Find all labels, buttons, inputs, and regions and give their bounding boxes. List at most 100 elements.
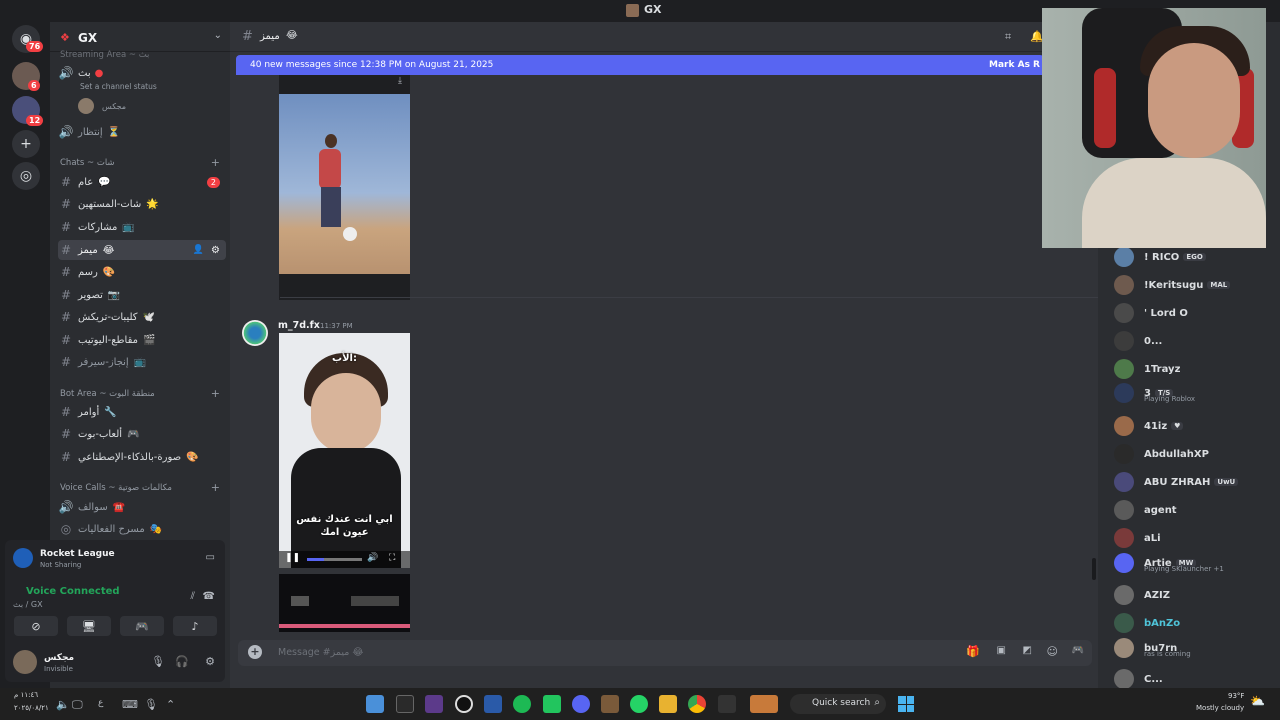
volume-icon[interactable]: 🔈: [56, 698, 70, 711]
disconnect-icon[interactable]: ☎: [203, 591, 215, 602]
add-channel-icon[interactable]: +: [211, 481, 220, 494]
headphones-icon[interactable]: 🎧: [175, 655, 189, 668]
message-author[interactable]: m_7d.fx: [278, 320, 320, 331]
stage-channel-item[interactable]: ◎ مسرح الفعاليات 🎭: [58, 519, 226, 539]
channel-item[interactable]: # ألعاب-بوت 🎮: [58, 424, 226, 444]
member-item[interactable]: 3 T/S Playing Roblox: [1114, 379, 1278, 407]
member-item[interactable]: AZIZ: [1114, 582, 1278, 608]
channel-item[interactable]: # مشاركات 📺: [58, 217, 226, 237]
channel-item[interactable]: # كليبات-تريكش 🕊️: [58, 307, 226, 327]
add-attachment-icon[interactable]: +: [248, 645, 262, 659]
soundboard-button[interactable]: ♪: [173, 616, 217, 636]
language-icon[interactable]: ع: [98, 698, 103, 708]
app-icon[interactable]: [601, 695, 619, 713]
voice-member[interactable]: مجكس: [78, 96, 218, 116]
add-server-icon[interactable]: +: [12, 130, 40, 158]
category-chats[interactable]: Chats ~ شات: [60, 158, 115, 168]
activities-button[interactable]: 🎮: [120, 616, 164, 636]
channel-item[interactable]: # تصوير 📷: [58, 285, 226, 305]
clock-date[interactable]: ٢٠٢٥/٠٨/٢١: [14, 704, 49, 712]
channel-item[interactable]: # رسم 🎨: [58, 262, 226, 282]
windows-start-icon[interactable]: [898, 696, 914, 712]
emoji-icon[interactable]: ☺: [1047, 645, 1058, 658]
volume-icon[interactable]: 🔊: [367, 553, 378, 563]
add-channel-icon[interactable]: +: [211, 156, 220, 169]
gear-icon[interactable]: ⚙: [211, 245, 220, 256]
message-input-placeholder[interactable]: Message #ميمز 😂: [278, 647, 363, 658]
microphone-icon[interactable]: 🎙: [151, 655, 165, 668]
spotify-icon[interactable]: [513, 695, 531, 713]
app-icon[interactable]: [718, 695, 736, 713]
keyboard-icon[interactable]: ⌨: [122, 698, 138, 711]
app-icon[interactable]: [425, 695, 443, 713]
news-widget-icon[interactable]: [750, 695, 778, 713]
camera-off-button[interactable]: ⊘: [14, 616, 58, 636]
channel-status-hint[interactable]: Set a channel status: [80, 82, 157, 91]
member-item[interactable]: 0...: [1114, 328, 1278, 354]
mark-as-read-button[interactable]: Mark As R: [989, 60, 1040, 70]
channel-item[interactable]: # شات-المستهين 🌟: [58, 194, 226, 214]
sticker-icon[interactable]: ◩: [1023, 645, 1032, 656]
github-icon[interactable]: [455, 695, 473, 713]
app-icon[interactable]: [484, 695, 502, 713]
weather-temp[interactable]: 93°F: [1228, 692, 1244, 700]
search-box[interactable]: Quick search ⌕: [790, 694, 886, 714]
threads-icon[interactable]: ⌗: [1005, 30, 1011, 44]
screen-share-icon[interactable]: ▭: [206, 552, 215, 563]
chevron-down-icon[interactable]: ⌄: [214, 30, 222, 41]
weather-icon[interactable]: ⛅: [1250, 694, 1265, 708]
channel-general[interactable]: # عام 💬 2: [58, 172, 226, 192]
network-icon[interactable]: 🖵: [72, 698, 83, 712]
member-item[interactable]: bu7rn ras is coming: [1114, 634, 1278, 662]
app-icon[interactable]: [366, 695, 384, 713]
member-item[interactable]: bAnZo: [1114, 610, 1278, 636]
weather-desc[interactable]: Mostly cloudy: [1196, 704, 1244, 712]
clock-time[interactable]: ١١:٤٦ م: [14, 691, 38, 699]
member-item[interactable]: Artie MW Playing SKlauncher +1: [1114, 549, 1278, 577]
discord-icon[interactable]: [572, 695, 590, 713]
member-item[interactable]: !Keritsugu MAL: [1114, 272, 1278, 298]
gif-icon[interactable]: ▣: [997, 645, 1006, 656]
voice-channel-waiting[interactable]: 🔊 إنتظار ⏳: [58, 122, 226, 142]
member-item[interactable]: aLi: [1114, 525, 1278, 551]
channel-memes-active[interactable]: # ميمز 😂 👤 ⚙: [58, 240, 226, 260]
voice-channel-item[interactable]: 🔊 سوالف ☎️: [58, 497, 226, 517]
chevron-up-icon[interactable]: ⌃: [166, 698, 175, 711]
scrollbar[interactable]: [1092, 558, 1096, 580]
video-controls[interactable]: ❚❚ 🔊 ⛶: [279, 551, 410, 568]
video-attachment[interactable]: ⤓: [279, 74, 410, 300]
message-composer[interactable]: + Message #ميمز 😂 🎁 ▣ ◩ ☺ 🎮: [238, 640, 1092, 666]
gift-icon[interactable]: 🎁: [966, 645, 980, 658]
video-attachment-playing[interactable]: الأب: ابي انت عندك نفس عيون امك ❚❚ 🔊 ⛶: [279, 333, 410, 568]
member-item[interactable]: 41iz ♥: [1114, 413, 1278, 439]
download-icon[interactable]: ⤓: [398, 76, 402, 86]
voice-status[interactable]: Voice Connected: [26, 586, 120, 597]
microphone-icon[interactable]: 🎙: [144, 698, 158, 711]
channel-item[interactable]: # إنجاز-سيرفر 📺: [58, 352, 226, 372]
fullscreen-icon[interactable]: ⛶: [389, 553, 395, 563]
member-item[interactable]: agent: [1114, 497, 1278, 523]
discover-icon[interactable]: ◎: [12, 162, 40, 190]
pause-icon[interactable]: ❚❚: [285, 553, 300, 563]
folder-icon[interactable]: [659, 695, 677, 713]
avatar[interactable]: [13, 650, 37, 674]
whatsapp-icon[interactable]: [630, 695, 648, 713]
share-screen-button[interactable]: 🖥: [67, 616, 111, 636]
member-item[interactable]: ' Lord O: [1114, 300, 1278, 326]
avatar[interactable]: [242, 320, 268, 346]
app-icon[interactable]: [543, 695, 561, 713]
member-item[interactable]: AbdullahXP: [1114, 441, 1278, 467]
video-attachment[interactable]: [279, 574, 410, 632]
channel-item[interactable]: # صورة-بالذكاء-الإصطناعي 🎨: [58, 447, 226, 467]
app-icon[interactable]: [396, 695, 414, 713]
voice-channel-live[interactable]: 🔊 بث ●: [58, 63, 226, 83]
add-channel-icon[interactable]: +: [211, 387, 220, 400]
member-item[interactable]: ABU ZHRAH UwU: [1114, 469, 1278, 495]
invite-icon[interactable]: 👤: [193, 245, 204, 255]
server-header[interactable]: ❖ GX ⌄: [50, 22, 230, 52]
new-messages-bar[interactable]: 40 new messages since 12:38 PM on August…: [236, 55, 1044, 75]
gear-icon[interactable]: ⚙: [205, 655, 215, 668]
channel-item[interactable]: # أوامر 🔧: [58, 402, 226, 422]
chrome-icon[interactable]: [688, 695, 706, 713]
apps-icon[interactable]: 🎮: [1072, 645, 1084, 656]
